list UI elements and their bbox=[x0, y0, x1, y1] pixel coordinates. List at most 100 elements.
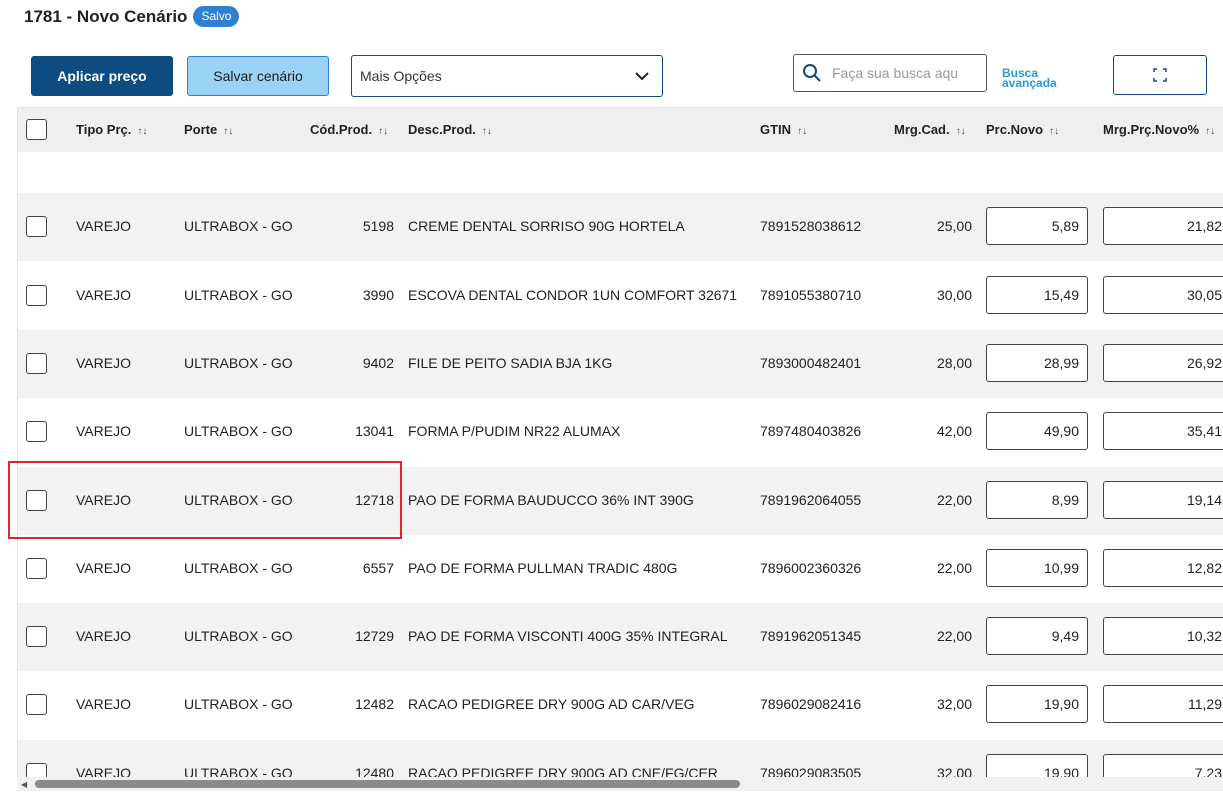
sort-icon: ↑↓ bbox=[955, 126, 966, 137]
title-row: 1781 - Novo Cenário Salvo bbox=[24, 6, 240, 27]
cell-cod: 3990 bbox=[362, 286, 394, 303]
fullscreen-button[interactable] bbox=[1113, 55, 1207, 95]
table-row[interactable]: VAREJO ULTRABOX - GO 9402 FILE DE PEITO SAD… bbox=[18, 329, 1223, 398]
row-checkbox[interactable] bbox=[26, 216, 47, 238]
margin-input[interactable]: 19,14 bbox=[1103, 480, 1223, 519]
margin-input[interactable]: 7,23 bbox=[1103, 753, 1223, 777]
table-row[interactable]: VAREJO ULTRABOX - GO 12729 PAO DE FORMA VIS… bbox=[18, 603, 1223, 672]
cell-tipo: VAREJO bbox=[76, 423, 131, 440]
col-gtin-label: GTIN bbox=[760, 122, 792, 137]
cell-gtin: 7896002360326 bbox=[760, 559, 862, 576]
table-header: Tipo Prç. ↑↓ Porte ↑↓ Cód.Prod. ↑↓ Desc.Pro… bbox=[18, 108, 1223, 152]
margin-input[interactable]: 11,29 bbox=[1103, 685, 1223, 724]
col-mrg-novo-label: Mrg.Prç.Novo% bbox=[1103, 122, 1200, 137]
table-row[interactable]: VAREJO ULTRABOX - GO 3990 ESCOVA DENTAL CON… bbox=[18, 262, 1223, 330]
col-cod[interactable]: Cód.Prod. ↑↓ bbox=[310, 122, 388, 137]
data-table: VAREJOULTRABOX - GO12661CREME DE LEITE I… bbox=[17, 107, 1223, 777]
margin-input[interactable]: 26,92 bbox=[1103, 343, 1223, 382]
col-tipo-label: Tipo Prç. bbox=[76, 122, 132, 137]
col-porte-label: Porte bbox=[184, 122, 218, 137]
cell-mrg-cad: 42,00 bbox=[936, 423, 972, 440]
col-prc-novo[interactable]: Prc.Novo ↑↓ bbox=[986, 122, 1059, 137]
scrollbar-thumb[interactable] bbox=[35, 780, 740, 788]
cell-porte: ULTRABOX - GO bbox=[184, 286, 293, 303]
cell-mrg-cad: 28,00 bbox=[936, 354, 972, 371]
price-input[interactable]: 8,99 bbox=[986, 480, 1088, 519]
row-checkbox[interactable] bbox=[26, 421, 47, 443]
cell-gtin: 7891962051345 bbox=[760, 628, 862, 645]
cell-gtin: 7891528038612 bbox=[760, 218, 862, 235]
sort-icon: ↑↓ bbox=[1049, 126, 1060, 137]
sort-icon: ↑↓ bbox=[223, 126, 234, 137]
price-input[interactable]: 5,89 bbox=[986, 207, 1088, 246]
row-checkbox[interactable] bbox=[26, 352, 47, 374]
col-porte[interactable]: Porte ↑↓ bbox=[184, 122, 233, 137]
col-mrg-novo[interactable]: Mrg.Prç.Novo% ↑↓ bbox=[1103, 122, 1215, 137]
cell-porte: ULTRABOX - GO bbox=[184, 423, 293, 440]
price-input[interactable]: 9,49 bbox=[986, 617, 1088, 656]
col-gtin[interactable]: GTIN ↑↓ bbox=[760, 122, 807, 137]
col-desc[interactable]: Desc.Prod. ↑↓ bbox=[408, 122, 492, 137]
cell-mrg-cad: 25,00 bbox=[936, 218, 972, 235]
search-box[interactable] bbox=[793, 54, 987, 92]
cell-porte: ULTRABOX - GO bbox=[184, 764, 293, 777]
cell-desc: PAO DE FORMA PULLMAN TRADIC 480G bbox=[408, 559, 678, 576]
price-input[interactable]: 28,99 bbox=[986, 343, 1088, 382]
cell-desc: ESCOVA DENTAL CONDOR 1UN COMFORT 32671 bbox=[408, 286, 738, 303]
row-checkbox[interactable] bbox=[26, 557, 47, 579]
col-tipo[interactable]: Tipo Prç. ↑↓ bbox=[76, 122, 147, 137]
cell-mrg-cad: 32,00 bbox=[936, 696, 972, 713]
margin-input[interactable]: 30,05 bbox=[1103, 275, 1223, 314]
table-row[interactable]: VAREJO ULTRABOX - GO 12480 RACAO PEDIGREE D… bbox=[18, 739, 1223, 777]
row-checkbox[interactable] bbox=[26, 489, 47, 511]
page: 1781 - Novo Cenário Salvo Aplicar preço … bbox=[0, 0, 1223, 798]
price-input[interactable]: 15,49 bbox=[986, 275, 1088, 314]
cell-gtin: 7891055380710 bbox=[760, 286, 862, 303]
cell-cod: 5198 bbox=[362, 218, 394, 235]
margin-input[interactable]: 12,82 bbox=[1103, 548, 1223, 587]
cell-gtin: 7896029083505 bbox=[760, 764, 862, 777]
apply-price-button[interactable]: Aplicar preço bbox=[31, 56, 173, 96]
row-checkbox[interactable] bbox=[26, 694, 47, 716]
row-checkbox[interactable] bbox=[26, 284, 47, 306]
table-row[interactable]: VAREJO ULTRABOX - GO 13041 FORMA P/PUDIM NR… bbox=[18, 398, 1223, 466]
more-options-select[interactable]: Mais Opções bbox=[351, 55, 663, 97]
cell-cod: 12718 bbox=[355, 491, 394, 508]
price-input[interactable]: 19,90 bbox=[986, 753, 1088, 777]
cell-tipo: VAREJO bbox=[76, 559, 131, 576]
table-row[interactable]: VAREJO ULTRABOX - GO 12482 RACAO PEDIGREE D… bbox=[18, 671, 1223, 739]
cell-desc: PAO DE FORMA BAUDUCCO 36% INT 390G bbox=[408, 491, 694, 508]
horizontal-scrollbar[interactable]: ◀ bbox=[17, 777, 1223, 791]
cell-cod: 12480 bbox=[355, 764, 394, 777]
cell-tipo: VAREJO bbox=[76, 764, 131, 777]
select-all-checkbox[interactable] bbox=[26, 119, 47, 140]
margin-input[interactable]: 35,41 bbox=[1103, 412, 1223, 451]
price-input[interactable]: 19,90 bbox=[986, 685, 1088, 724]
cell-mrg-cad: 22,00 bbox=[936, 559, 972, 576]
search-icon bbox=[803, 64, 821, 82]
page-title: 1781 - Novo Cenário bbox=[24, 6, 188, 26]
price-input[interactable]: 49,90 bbox=[986, 412, 1088, 451]
table-row[interactable]: VAREJO ULTRABOX - GO 6557 PAO DE FORMA PULL… bbox=[18, 535, 1223, 603]
cell-porte: ULTRABOX - GO bbox=[184, 491, 293, 508]
cell-mrg-cad: 22,00 bbox=[936, 491, 972, 508]
advanced-search-link[interactable]: Busca avançada bbox=[1002, 67, 1057, 90]
table-row[interactable]: VAREJO ULTRABOX - GO 5198 CREME DENTAL SORR… bbox=[18, 193, 1223, 262]
scroll-left-icon[interactable]: ◀ bbox=[21, 780, 27, 789]
row-checkbox[interactable] bbox=[26, 626, 47, 648]
cell-desc: FORMA P/PUDIM NR22 ALUMAX bbox=[408, 423, 621, 440]
cell-porte: ULTRABOX - GO bbox=[184, 354, 293, 371]
margin-input[interactable]: 21,82 bbox=[1103, 207, 1223, 246]
col-mrg-cad[interactable]: Mrg.Cad. ↑↓ bbox=[894, 122, 966, 137]
status-badge: Salvo bbox=[193, 6, 240, 27]
margin-input[interactable]: 10,32 bbox=[1103, 617, 1223, 656]
table-row[interactable]: VAREJO ULTRABOX - GO 12718 PAO DE FORMA BAU… bbox=[18, 466, 1223, 535]
search-input[interactable] bbox=[832, 65, 957, 81]
row-checkbox[interactable] bbox=[26, 762, 47, 777]
cell-gtin: 7897480403826 bbox=[760, 423, 862, 440]
cell-porte: ULTRABOX - GO bbox=[184, 628, 293, 645]
price-input[interactable]: 10,99 bbox=[986, 548, 1088, 587]
save-scenario-button[interactable]: Salvar cenário bbox=[187, 56, 329, 96]
advanced-search-line2: avançada bbox=[1002, 76, 1057, 90]
cell-cod: 9402 bbox=[362, 354, 394, 371]
